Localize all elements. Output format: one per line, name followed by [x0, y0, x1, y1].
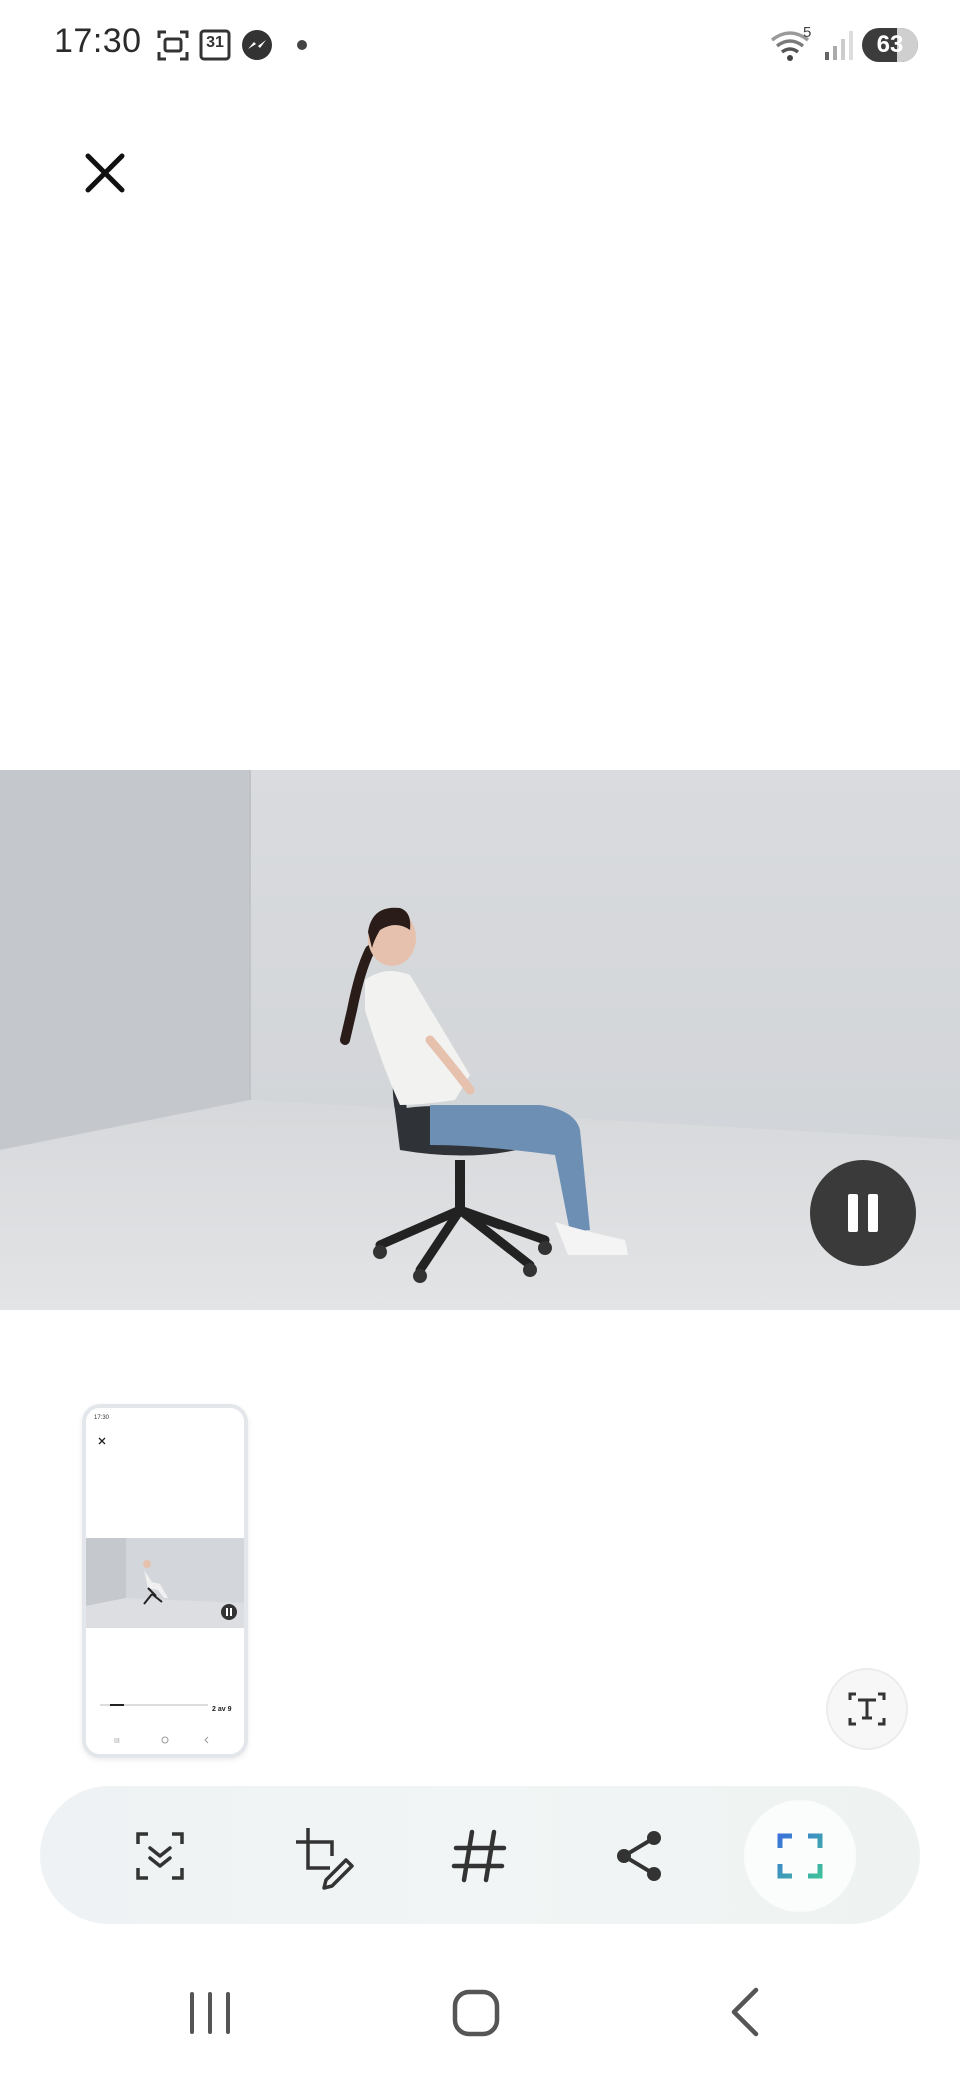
- wifi-badge: 5: [803, 24, 812, 41]
- close-icon[interactable]: [82, 150, 128, 196]
- status-time: 17:30: [54, 22, 142, 60]
- share-icon[interactable]: [602, 1818, 678, 1894]
- recent-apps-icon[interactable]: [180, 1980, 240, 2044]
- back-icon[interactable]: [716, 1980, 776, 2044]
- pause-button[interactable]: [810, 1160, 916, 1266]
- signal-icon: [825, 31, 853, 60]
- pause-icon: [848, 1194, 878, 1232]
- svg-text:III: III: [114, 1738, 120, 1745]
- battery-level: 63: [876, 31, 904, 58]
- screen-capture-icon: [157, 30, 189, 61]
- svg-text:17:30: 17:30: [94, 1415, 110, 1421]
- scroll-capture-icon[interactable]: [122, 1818, 198, 1894]
- battery-icon: 63: [862, 28, 918, 62]
- text-extract-button[interactable]: [826, 1668, 908, 1750]
- calendar-day: 31: [206, 34, 224, 51]
- thumbnail-page-indicator: 2 av 9: [212, 1706, 232, 1713]
- thumbnail-preview: 17:30 III: [86, 1408, 244, 1754]
- text-extract-icon: [848, 1692, 886, 1726]
- status-bar: 17:30 31 5 63: [0, 0, 960, 90]
- messenger-icon: [242, 30, 272, 60]
- home-icon[interactable]: [446, 1980, 506, 2044]
- screen-select-button[interactable]: [744, 1800, 856, 1912]
- hashtag-icon[interactable]: [442, 1818, 518, 1894]
- screen-select-icon: [777, 1833, 823, 1879]
- screenshot-thumbnail[interactable]: 17:30 III: [82, 1404, 248, 1758]
- crop-edit-icon[interactable]: [282, 1818, 358, 1894]
- notification-dot-icon: [297, 40, 307, 50]
